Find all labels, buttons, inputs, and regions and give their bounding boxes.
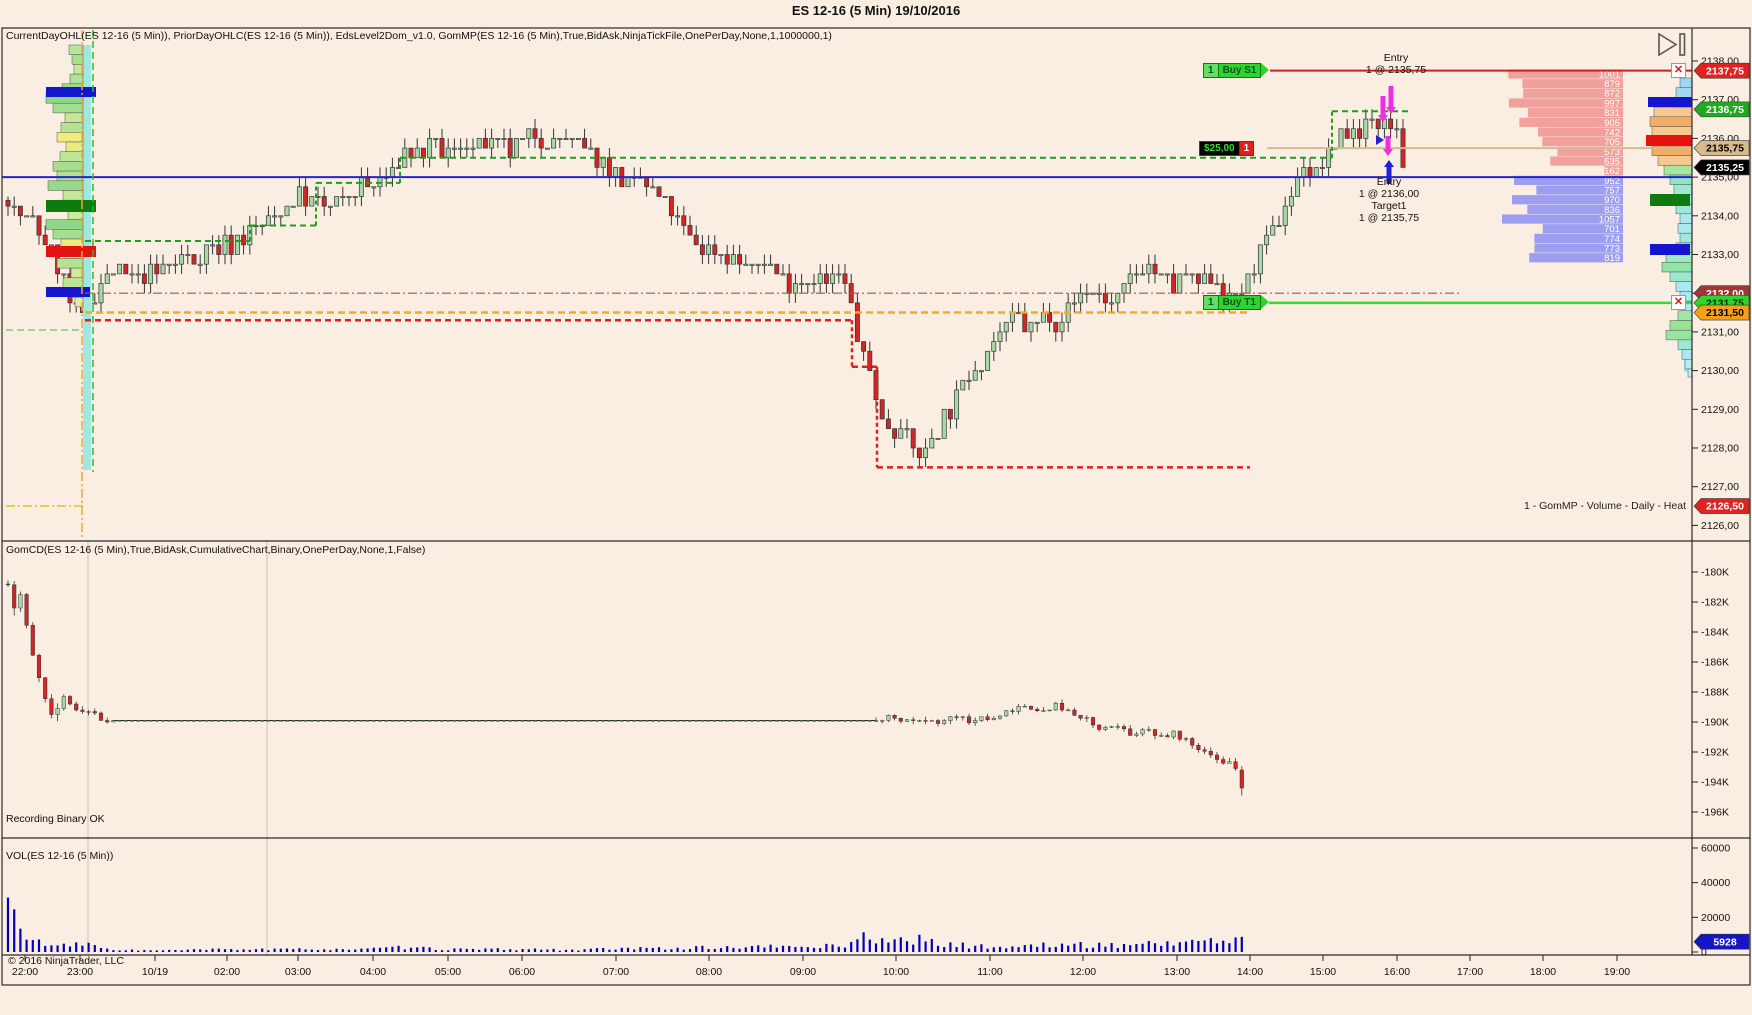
chart-canvas[interactable]: 1001879872997831905742705573635162952757… <box>0 0 1752 1015</box>
price-axis[interactable]: 2138,002137,002136,002135,002134,002133,… <box>1692 56 1750 959</box>
svg-text:2128,00: 2128,00 <box>1701 443 1739 455</box>
buy-s1-qty: 1 <box>1203 63 1219 78</box>
current-day-volume-profile <box>1646 77 1693 378</box>
session-divider-lines <box>87 541 268 955</box>
svg-text:22:00: 22:00 <box>12 966 38 978</box>
recording-status: Recording Binary OK <box>6 813 105 825</box>
buy-t1-label: Buy T1 <box>1218 295 1261 310</box>
volume-bars[interactable] <box>6 897 1243 952</box>
svg-text:-188K: -188K <box>1701 687 1729 699</box>
svg-text:2129,00: 2129,00 <box>1701 404 1739 416</box>
buy-s1-arrow-icon <box>1261 63 1270 77</box>
svg-text:03:00: 03:00 <box>285 966 311 978</box>
svg-text:14:00: 14:00 <box>1237 966 1263 978</box>
panel-frames <box>1 27 1751 986</box>
svg-text:-182K: -182K <box>1701 597 1729 609</box>
svg-text:2136,75: 2136,75 <box>1706 104 1744 116</box>
svg-text:15:00: 15:00 <box>1310 966 1336 978</box>
svg-text:20000: 20000 <box>1701 912 1730 924</box>
pnl-tag[interactable]: $25,00 1 <box>1199 141 1255 156</box>
svg-text:02:00: 02:00 <box>214 966 240 978</box>
svg-text:2127,00: 2127,00 <box>1701 481 1739 493</box>
price-level-lines <box>2 30 1692 538</box>
gommp-bidask-profile: 1001879872997831905742705573635162952757… <box>1502 69 1623 264</box>
svg-text:-194K: -194K <box>1701 777 1729 789</box>
delta-panel-indicator-label: GomCD(ES 12-16 (5 Min),True,BidAsk,Cumul… <box>6 544 426 556</box>
svg-text:-190K: -190K <box>1701 717 1729 729</box>
price-panel-indicator-label: CurrentDayOHL(ES 12-16 (5 Min)), PriorDa… <box>6 30 832 42</box>
svg-text:2126,00: 2126,00 <box>1701 520 1739 532</box>
close-order-t1-icon[interactable]: ✕ <box>1671 295 1686 310</box>
time-axis[interactable]: 22:00 23:00 10/19 02:00 03:00 04:00 05:00 06:00… <box>12 955 1630 978</box>
svg-text:09:00: 09:00 <box>790 966 816 978</box>
svg-text:12:00: 12:00 <box>1070 966 1096 978</box>
svg-text:17:00: 17:00 <box>1457 966 1483 978</box>
pnl-amount: $25,00 <box>1199 141 1240 156</box>
vol-panel-indicator-label: VOL(ES 12-16 (5 Min)) <box>6 850 114 862</box>
svg-text:5928: 5928 <box>1713 936 1737 948</box>
svg-text:2137,75: 2137,75 <box>1706 65 1744 77</box>
copyright-label: © 2016 NinjaTrader, LLC <box>8 955 124 967</box>
svg-text:16:00: 16:00 <box>1384 966 1410 978</box>
pnl-qty: 1 <box>1239 141 1255 156</box>
close-order-s1-icon[interactable]: ✕ <box>1671 63 1686 78</box>
svg-text:10:00: 10:00 <box>883 966 909 978</box>
svg-text:13:00: 13:00 <box>1164 966 1190 978</box>
svg-text:-192K: -192K <box>1701 747 1729 759</box>
svg-text:05:00: 05:00 <box>435 966 461 978</box>
buy-t1-arrow-icon <box>1260 295 1269 309</box>
price-candles[interactable] <box>5 90 1406 468</box>
svg-text:18:00: 18:00 <box>1530 966 1556 978</box>
svg-text:2130,00: 2130,00 <box>1701 365 1739 377</box>
svg-text:-186K: -186K <box>1701 657 1729 669</box>
trade-arrows <box>1376 86 1396 184</box>
ninjatrader-chart-window: ES 12-16 (5 Min) 19/10/2016 1001 879 872 99… <box>0 0 1752 1015</box>
svg-text:2131,50: 2131,50 <box>1706 307 1744 319</box>
gommp-footer-label: 1 - GomMP - Volume - Daily - Heat <box>1523 500 1686 512</box>
svg-text:04:00: 04:00 <box>360 966 386 978</box>
buy-t1-order-tag[interactable]: 1 Buy T1 <box>1203 295 1269 310</box>
entry-annotation-top: Entry 1 @ 2135,75 <box>1365 52 1427 76</box>
buy-s1-order-tag[interactable]: 1 Buy S1 <box>1203 63 1270 78</box>
svg-text:2131,00: 2131,00 <box>1701 326 1739 338</box>
svg-text:2126,50: 2126,50 <box>1706 501 1744 513</box>
prior-day-volume-profile <box>45 44 96 470</box>
cumulative-delta-candles[interactable] <box>5 580 1244 796</box>
svg-text:2135,75: 2135,75 <box>1706 143 1744 155</box>
entry-annotation-bottom: Entry 1 @ 2136,00 Target1 1 @ 2135,75 <box>1358 176 1420 224</box>
go-to-live-icon[interactable] <box>1658 32 1686 57</box>
svg-text:19:00: 19:00 <box>1604 966 1630 978</box>
svg-text:23:00: 23:00 <box>67 966 93 978</box>
svg-text:-180K: -180K <box>1701 567 1729 579</box>
svg-text:2135,25: 2135,25 <box>1706 162 1744 174</box>
svg-text:40000: 40000 <box>1701 877 1730 889</box>
svg-text:07:00: 07:00 <box>603 966 629 978</box>
svg-text:08:00: 08:00 <box>696 966 722 978</box>
svg-text:2133,00: 2133,00 <box>1701 249 1739 261</box>
svg-text:06:00: 06:00 <box>509 966 535 978</box>
svg-text:10/19: 10/19 <box>142 966 168 978</box>
svg-text:11:00: 11:00 <box>977 966 1003 978</box>
buy-t1-qty: 1 <box>1203 295 1219 310</box>
buy-s1-label: Buy S1 <box>1218 63 1262 78</box>
svg-text:-184K: -184K <box>1701 627 1729 639</box>
svg-text:60000: 60000 <box>1701 842 1730 854</box>
svg-text:2134,00: 2134,00 <box>1701 210 1739 222</box>
svg-text:819: 819 <box>1604 253 1620 264</box>
svg-text:-196K: -196K <box>1701 807 1729 819</box>
